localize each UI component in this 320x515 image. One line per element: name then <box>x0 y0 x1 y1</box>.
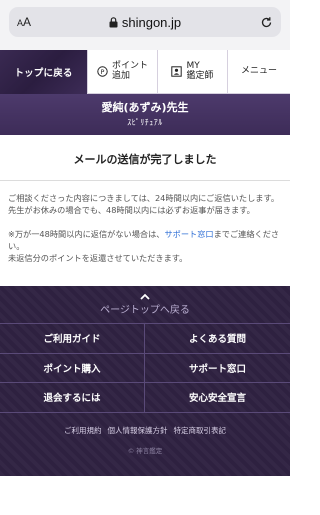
svg-text:P: P <box>101 68 105 76</box>
lock-icon <box>109 16 118 27</box>
copyright: © 神言鑑定 <box>127 446 163 455</box>
browser-toolbar: AA shingon.jp <box>0 0 290 50</box>
footer-unsubscribe-link[interactable]: 退会するには <box>0 383 145 413</box>
nav-add-points[interactable]: P ポイント 追加 <box>87 50 157 93</box>
main-content: メールの送信が完了しました ご相談くださった内容につきましては、24時間以内にご… <box>0 135 290 264</box>
footer-legal-links: ご利用規約 個人情報保護方針 特定商取引表記 <box>0 425 290 436</box>
nav-add-points-line2: 追加 <box>111 70 130 81</box>
reload-button[interactable] <box>233 16 273 29</box>
footer-faq-link[interactable]: よくある質問 <box>145 324 290 354</box>
footer-buy-points-link[interactable]: ポイント購入 <box>0 353 145 383</box>
advisor-category: ｽﾋﾟﾘﾁｭｱﾙ <box>127 118 163 127</box>
url-display[interactable]: shingon.jp <box>57 15 233 30</box>
commerce-law-link[interactable]: 特定商取引表記 <box>174 425 227 436</box>
no-reply-notice: ※万が一48時間以内に返信がない場合は、サポート窓口までご連絡ください。 未返信分… <box>8 228 280 264</box>
nav-home-button[interactable]: トップに戻る <box>0 50 87 94</box>
privacy-link[interactable]: 個人情報保護方針 <box>108 425 168 436</box>
text-size-button[interactable]: AA <box>17 15 57 29</box>
top-nav: トップに戻る P ポイント 追加 MY 鑑定師 メニュー <box>0 50 290 94</box>
profile-card-icon <box>171 66 183 77</box>
advisor-header: 愛純(あずみ)先生 ｽﾋﾟﾘﾁｭｱﾙ <box>0 94 290 135</box>
domain-text: shingon.jp <box>121 14 182 30</box>
footer-safety-link[interactable]: 安心安全宣言 <box>145 383 290 413</box>
terms-link[interactable]: ご利用規約 <box>64 425 102 436</box>
refund-notice: 未返信分のポイントを返還させていただきます。 <box>8 253 188 264</box>
address-bar[interactable]: AA shingon.jp <box>9 7 281 37</box>
footer: ページトップへ戻る ご利用ガイド よくある質問 ポイント購入 サポート窓口 退会… <box>0 286 290 476</box>
footer-link-grid: ご利用ガイド よくある質問 ポイント購入 サポート窓口 退会するには 安心安全宣… <box>0 323 290 413</box>
reload-icon <box>261 16 272 27</box>
reply-notice: ご相談くださった内容につきましては、24時間以内にご返信いたします。先生がお休み… <box>8 193 280 216</box>
page-top-button[interactable]: ページトップへ戻る <box>0 286 290 323</box>
footer-support-link[interactable]: サポート窓口 <box>145 354 290 383</box>
chevron-up-icon <box>140 293 150 300</box>
nav-my-advisor[interactable]: MY 鑑定師 <box>157 50 227 93</box>
nav-menu-button[interactable]: メニュー <box>227 50 290 93</box>
nav-my-advisor-line2: 鑑定師 <box>186 70 214 81</box>
point-coin-icon: P <box>97 66 108 77</box>
support-link[interactable]: サポート窓口 <box>164 229 213 239</box>
advisor-name: 愛純(あずみ)先生 <box>101 101 189 114</box>
footer-guide-link[interactable]: ご利用ガイド <box>0 324 145 354</box>
page-title: メールの送信が完了しました <box>0 135 290 181</box>
